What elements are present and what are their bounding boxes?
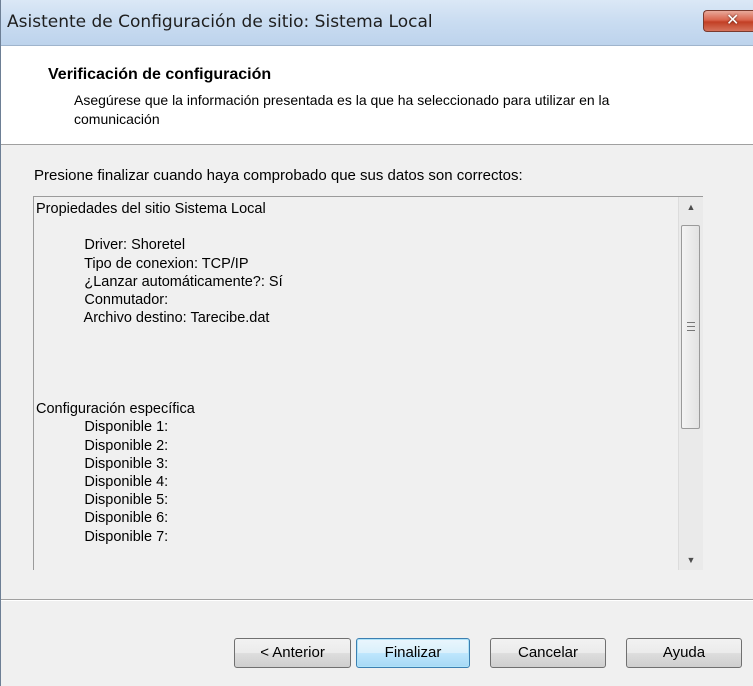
page-description: Asegúrese que la información presentada … xyxy=(74,92,610,127)
window-title: Asistente de Configuración de sitio: Sis… xyxy=(7,12,433,32)
cancel-button[interactable]: Cancelar xyxy=(490,638,606,668)
page-title: Verificación de configuración xyxy=(48,66,272,83)
title-bar[interactable]: Asistente de Configuración de sitio: Sis… xyxy=(1,0,753,46)
scroll-down-icon[interactable]: ▼ xyxy=(679,550,703,570)
scrollbar-thumb[interactable] xyxy=(681,225,700,429)
finish-button[interactable]: Finalizar xyxy=(356,638,470,668)
close-button[interactable]: ✕ xyxy=(703,10,753,32)
summary-text: Propiedades del sitio Sistema Local Driv… xyxy=(36,201,283,545)
bottom-divider xyxy=(1,599,753,601)
summary-textbox[interactable]: Propiedades del sitio Sistema Local Driv… xyxy=(33,196,703,570)
instruction-label: Presione finalizar cuando haya comprobad… xyxy=(34,167,523,184)
wizard-window: Asistente de Configuración de sitio: Sis… xyxy=(0,0,753,686)
vertical-scrollbar[interactable]: ▲ ▼ xyxy=(678,197,703,570)
back-button[interactable]: < Anterior xyxy=(234,638,351,668)
close-icon: ✕ xyxy=(726,10,740,29)
scroll-up-icon[interactable]: ▲ xyxy=(679,197,703,217)
wizard-header: Verificación de configuración Asegúrese … xyxy=(1,46,753,145)
grip-icon xyxy=(687,322,695,331)
help-button[interactable]: Ayuda xyxy=(626,638,742,668)
